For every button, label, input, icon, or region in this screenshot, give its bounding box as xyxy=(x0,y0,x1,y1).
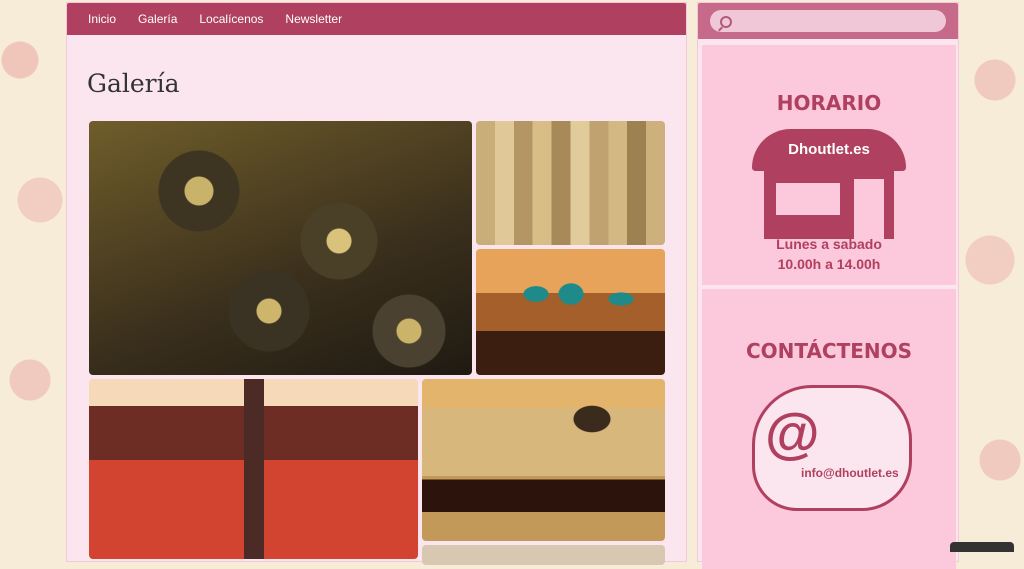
at-icon: @ xyxy=(765,401,820,464)
shop-door xyxy=(854,179,884,239)
top-nav: Inicio Galería Localícenos Newsletter xyxy=(67,3,686,35)
bottom-tab[interactable] xyxy=(950,542,1014,552)
contact-widget: CONTÁCTENOS @ info@dhoutlet.es xyxy=(702,289,956,569)
contact-cloud-icon[interactable]: @ info@dhoutlet.es xyxy=(752,385,912,511)
schedule-title: HORARIO xyxy=(776,91,882,115)
gallery-image-sofa-teal-cushions[interactable] xyxy=(476,249,665,375)
search-input[interactable] xyxy=(710,10,946,32)
nav-link-newsletter[interactable]: Newsletter xyxy=(285,12,342,26)
page-title: Galería xyxy=(87,69,180,98)
gallery-image-beige-sofa[interactable] xyxy=(422,379,665,541)
schedule-hours: 10.00h a 14.00h xyxy=(777,256,881,272)
sidebar: HORARIO Dhoutlet.es Lunes a sabado 10.00… xyxy=(697,2,959,569)
gallery-image-red-sofa[interactable] xyxy=(89,379,418,559)
contact-title: CONTÁCTENOS xyxy=(745,339,913,363)
search-icon xyxy=(720,16,732,28)
gallery-image-fabric-rolls[interactable] xyxy=(89,121,472,375)
contact-email[interactable]: info@dhoutlet.es xyxy=(801,466,899,480)
main-content: Inicio Galería Localícenos Newsletter Ga… xyxy=(66,2,687,565)
search-bar xyxy=(698,3,958,39)
shop-illustration: Dhoutlet.es xyxy=(752,129,906,247)
shop-name: Dhoutlet.es xyxy=(788,141,870,158)
gallery-image-partial[interactable] xyxy=(422,545,665,565)
schedule-widget: HORARIO Dhoutlet.es Lunes a sabado 10.00… xyxy=(702,45,956,285)
shop-window xyxy=(776,183,840,215)
gallery-image-warehouse[interactable] xyxy=(476,121,665,245)
nav-link-localicenos[interactable]: Localícenos xyxy=(199,12,263,26)
schedule-days: Lunes a sabado xyxy=(776,236,882,252)
nav-link-galeria[interactable]: Galería xyxy=(138,12,177,26)
nav-link-inicio[interactable]: Inicio xyxy=(88,12,116,26)
shop-building xyxy=(764,171,894,239)
